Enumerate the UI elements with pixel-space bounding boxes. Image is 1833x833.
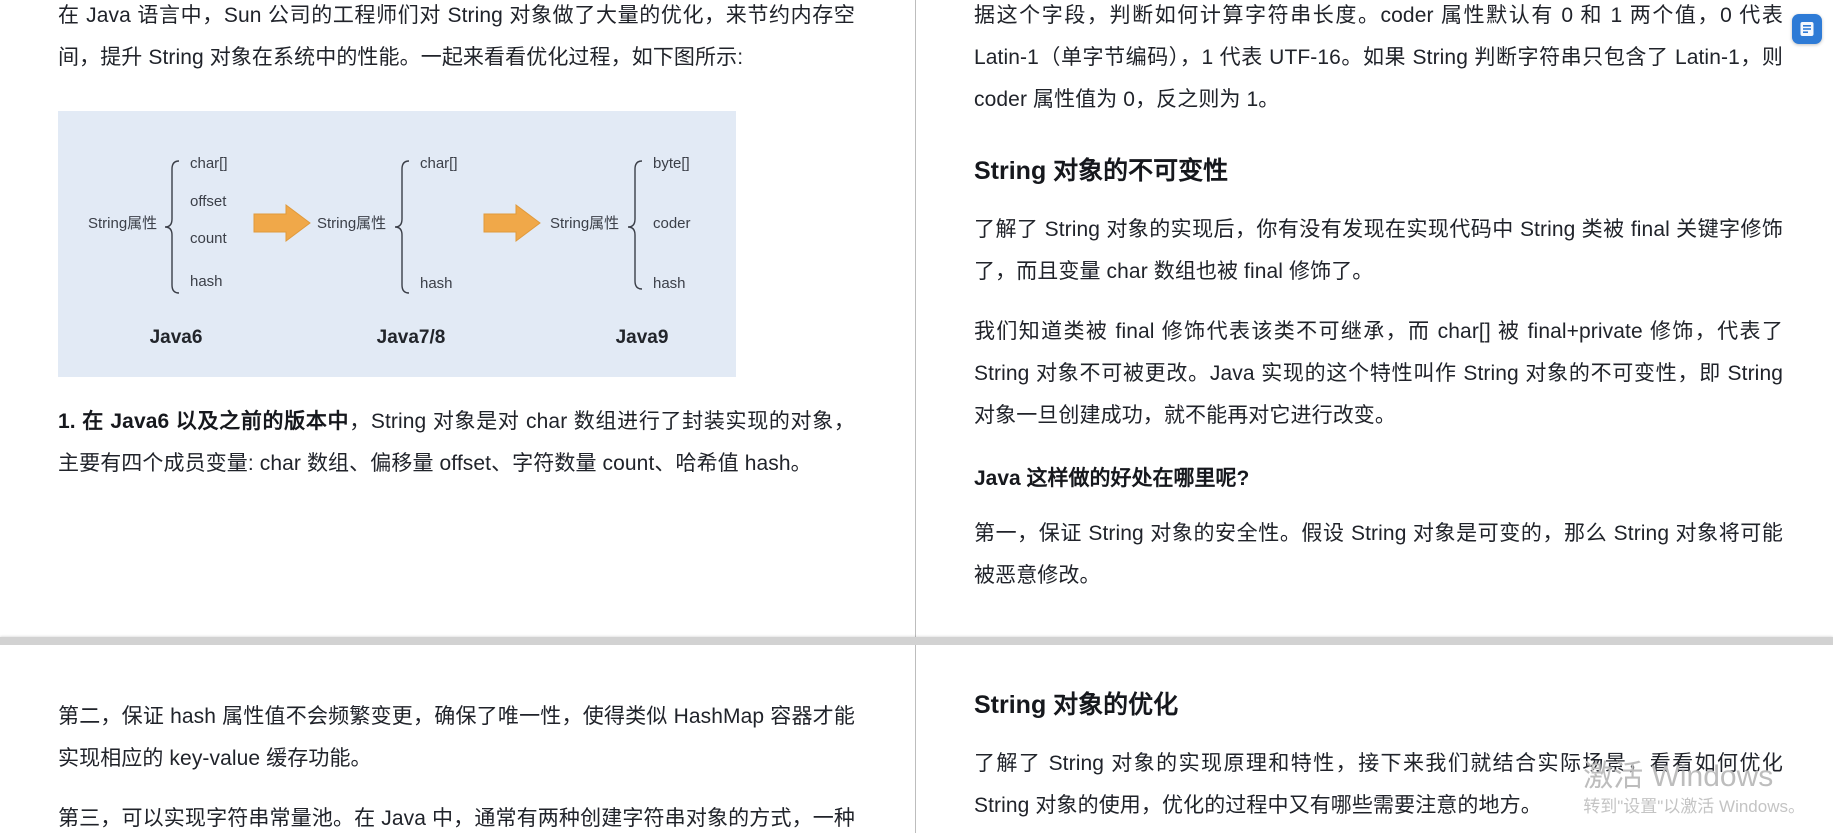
page-bottom-left: 第二，保证 hash 属性值不会频繁变更，确保了唯一性，使得类似 HashMap…	[0, 645, 916, 833]
svg-text:char[]: char[]	[420, 155, 458, 172]
svg-text:char[]: char[]	[190, 155, 228, 172]
paragraph-item-1-lead: 1. 在 Java6 以及之前的版本中	[58, 410, 350, 433]
page-row-bottom: 第二，保证 hash 属性值不会频繁变更，确保了唯一性，使得类似 HashMap…	[0, 645, 1833, 833]
heading-string-optimization: String 对象的优化	[974, 691, 1179, 719]
page-top-right: 据这个字段，判断如何计算字符串长度。coder 属性默认有 0 和 1 两个值，…	[916, 0, 1833, 637]
svg-text:Java6: Java6	[150, 327, 203, 348]
paragraph-final-modifier: 了解了 String 对象的实现后，你有没有发现在实现代码中 String 类被…	[974, 218, 1783, 283]
string-evolution-figure: String属性 char[] offset count hash String…	[58, 111, 736, 377]
svg-text:String属性: String属性	[317, 215, 386, 232]
svg-text:Java9: Java9	[616, 327, 669, 348]
paragraph-benefit-third: 第三，可以实现字符串常量池。在 Java 中，通常有两种创建字符串对象的方式，一…	[58, 807, 855, 830]
page-separator	[0, 637, 1833, 645]
svg-text:String属性: String属性	[88, 215, 157, 232]
svg-text:offset: offset	[190, 193, 227, 210]
svg-text:byte[]: byte[]	[653, 155, 690, 172]
svg-text:String属性: String属性	[550, 215, 619, 232]
paragraph-optimization: 了解了 String 对象的实现原理和特性，接下来我们就结合实际场景，看看如何优…	[974, 752, 1783, 817]
subheading-java-benefit: Java 这样做的好处在哪里呢?	[974, 467, 1250, 490]
paragraph-benefit-second: 第二，保证 hash 属性值不会频繁变更，确保了唯一性，使得类似 HashMap…	[58, 705, 855, 770]
svg-text:Java7/8: Java7/8	[377, 327, 446, 348]
svg-text:count: count	[190, 230, 228, 247]
paragraph-coder: 据这个字段，判断如何计算字符串长度。coder 属性默认有 0 和 1 两个值，…	[974, 4, 1783, 111]
svg-text:hash: hash	[420, 275, 453, 292]
document-viewer[interactable]: 在 Java 语言中，Sun 公司的工程师们对 String 对象做了大量的优化…	[0, 0, 1833, 833]
paragraph-benefit-first: 第一，保证 String 对象的安全性。假设 String 对象是可变的，那么 …	[974, 522, 1783, 587]
svg-text:hash: hash	[653, 275, 686, 292]
page-bottom-right: String 对象的优化 了解了 String 对象的实现原理和特性，接下来我们…	[916, 645, 1833, 833]
paragraph-item-1: 1. 在 Java6 以及之前的版本中，String 对象是对 char 数组进…	[58, 401, 855, 485]
svg-text:coder: coder	[653, 215, 691, 232]
page-top-left: 在 Java 语言中，Sun 公司的工程师们对 String 对象做了大量的优化…	[0, 0, 916, 637]
floating-badge-button[interactable]	[1792, 14, 1822, 44]
heading-string-immutability: String 对象的不可变性	[974, 157, 1229, 185]
paragraph-inheritance: 我们知道类被 final 修饰代表该类不可继承，而 char[] 被 final…	[974, 320, 1783, 427]
paragraph-intro: 在 Java 语言中，Sun 公司的工程师们对 String 对象做了大量的优化…	[58, 4, 855, 69]
badge-icon	[1800, 22, 1814, 36]
svg-text:hash: hash	[190, 273, 223, 290]
page-row-top: 在 Java 语言中，Sun 公司的工程师们对 String 对象做了大量的优化…	[0, 0, 1833, 637]
figure-svg: String属性 char[] offset count hash String…	[58, 111, 736, 377]
